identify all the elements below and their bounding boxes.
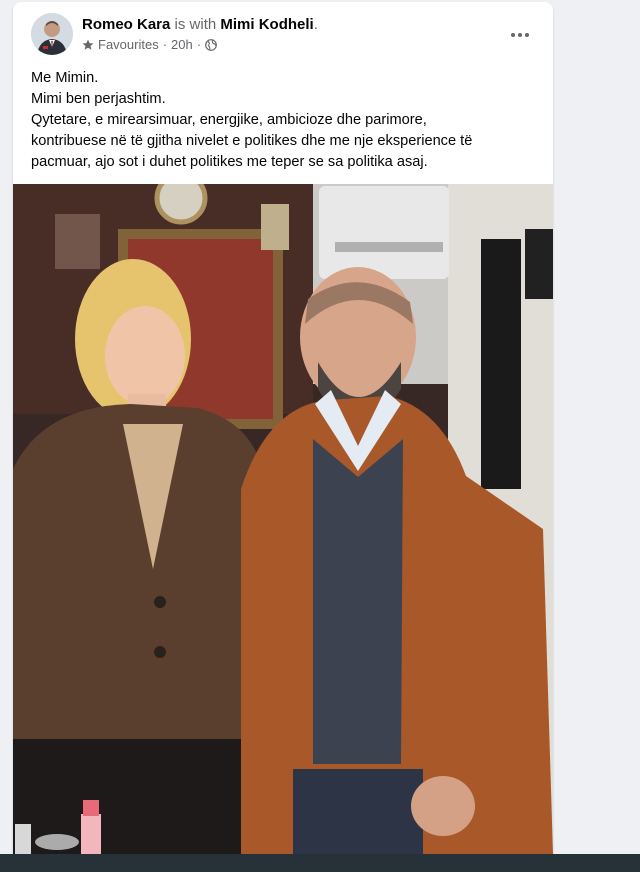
star-icon [82, 39, 94, 50]
post-text-line: Me Mimin. [31, 70, 99, 86]
author-line: Romeo Kara is with Mimi Kodheli. [82, 16, 318, 34]
more-options-button[interactable] [505, 20, 535, 50]
period: . [313, 16, 318, 33]
meta-separator-2: · [196, 37, 202, 52]
post-header: Romeo Kara is with Mimi Kodheli. Favouri… [13, 2, 553, 62]
post-photo[interactable] [13, 184, 553, 854]
tagged-name[interactable]: Mimi Kodheli [220, 16, 313, 33]
post-text-line: Mimi ben perjashtim. [31, 91, 166, 107]
with-label: is with [174, 16, 217, 33]
post-time[interactable]: 20h [171, 37, 193, 53]
taskbar [0, 854, 640, 872]
avatar-photo [31, 13, 73, 55]
meta-separator: · [162, 37, 168, 52]
post-text-line: Qytetare, e mirearsimuar, energjike, amb… [31, 112, 427, 128]
post-meta: Favourites · 20h · [82, 37, 217, 53]
post-card: Romeo Kara is with Mimi Kodheli. Favouri… [13, 2, 553, 854]
post-text-line: kontribuese në të gjitha nivelet e polit… [31, 133, 473, 149]
more-horizontal-icon [511, 33, 529, 37]
author-avatar[interactable] [31, 13, 73, 55]
post-text: Me Mimin. Mimi ben perjashtim. Qytetare,… [31, 68, 541, 173]
author-name[interactable]: Romeo Kara [82, 16, 170, 33]
audience-label[interactable]: Favourites [98, 37, 159, 53]
globe-icon [205, 39, 217, 51]
post-text-line: pacmuar, ajo sot i duhet politikes me te… [31, 154, 428, 170]
